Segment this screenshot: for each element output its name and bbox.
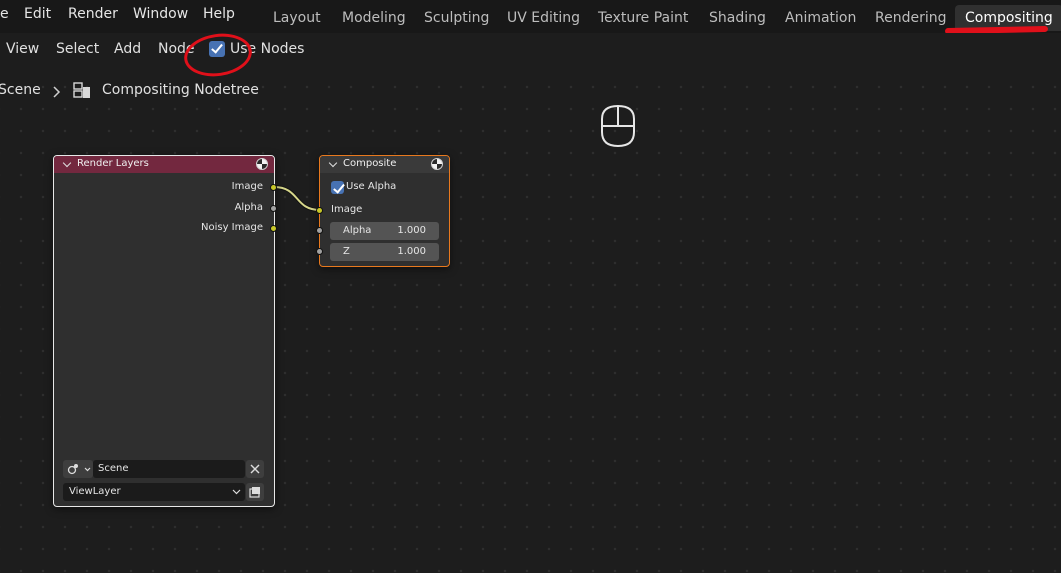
menu-add[interactable]: Add <box>114 41 141 57</box>
render-layers-title: Render Layers <box>77 158 149 169</box>
alpha-field-label: Alpha <box>343 225 372 236</box>
scene-browse-button[interactable] <box>63 460 93 478</box>
collapse-chevron-icon[interactable] <box>328 158 338 168</box>
output-alpha-socket[interactable] <box>270 205 277 212</box>
preview-sphere-icon[interactable] <box>256 158 268 170</box>
z-field-label: Z <box>343 246 350 257</box>
tab-sculpting[interactable]: Sculpting <box>414 5 499 31</box>
input-image-socket[interactable] <box>316 207 323 214</box>
tab-modeling[interactable]: Modeling <box>332 5 416 31</box>
z-field[interactable]: Z 1.000 <box>330 243 439 261</box>
menu-render[interactable]: Render <box>68 6 118 22</box>
node-tree-icon <box>73 82 90 98</box>
view-layer-dropdown[interactable]: ViewLayer <box>63 483 245 501</box>
tab-texture-paint[interactable]: Texture Paint <box>588 5 698 31</box>
composite-node[interactable]: Composite Use Alpha Image Alpha 1.000 Z … <box>319 155 450 267</box>
scene-icon <box>67 464 91 475</box>
chevron-down-icon <box>232 489 241 495</box>
composite-header[interactable]: Composite <box>320 156 449 173</box>
breadcrumb-chevron-icon <box>53 86 61 98</box>
menu-window[interactable]: Window <box>133 6 188 22</box>
breadcrumb-scene: Scene <box>0 82 41 98</box>
alpha-field[interactable]: Alpha 1.000 <box>330 222 439 240</box>
z-field-value: 1.000 <box>397 246 426 257</box>
scene-unlink-button[interactable] <box>246 460 264 478</box>
tab-animation[interactable]: Animation <box>775 5 866 31</box>
tab-rendering[interactable]: Rendering <box>865 5 957 31</box>
preview-sphere-icon[interactable] <box>431 158 443 170</box>
tab-shading[interactable]: Shading <box>699 5 776 31</box>
output-alpha-label: Alpha <box>234 202 263 213</box>
input-alpha-socket[interactable] <box>316 227 323 234</box>
node-editor-header: View Select Add Node Use Nodes <box>0 33 1061 67</box>
render-layers-node[interactable]: Render Layers Image Alpha Noisy Image Sc… <box>53 155 275 507</box>
menu-file-partial[interactable]: e <box>0 6 9 22</box>
breadcrumb-nodetree: Compositing Nodetree <box>102 82 259 98</box>
render-icon <box>249 487 260 498</box>
menu-select[interactable]: Select <box>56 41 99 57</box>
input-image-label: Image <box>331 204 363 215</box>
output-image-socket[interactable] <box>270 184 277 191</box>
output-noisy-image-socket[interactable] <box>270 225 277 232</box>
tab-layout[interactable]: Layout <box>263 5 331 31</box>
use-alpha-checkbox[interactable] <box>331 181 344 194</box>
tab-uv-editing[interactable]: UV Editing <box>497 5 590 31</box>
output-noisy-image-label: Noisy Image <box>200 222 263 233</box>
render-layers-header[interactable]: Render Layers <box>54 156 274 173</box>
top-bar: e Edit Render Window Help Layout Modelin… <box>0 0 1061 33</box>
composite-title: Composite <box>343 158 397 169</box>
close-icon <box>250 464 260 474</box>
mouse-icon <box>601 104 635 148</box>
scene-field-value: Scene <box>98 463 129 474</box>
input-z-socket[interactable] <box>316 248 323 255</box>
alpha-field-value: 1.000 <box>397 225 426 236</box>
menu-edit[interactable]: Edit <box>24 6 51 22</box>
collapse-chevron-icon[interactable] <box>62 158 72 168</box>
view-layer-value: ViewLayer <box>69 486 121 497</box>
menu-view[interactable]: View <box>6 41 39 57</box>
scene-field[interactable]: Scene <box>93 460 245 478</box>
use-alpha-label[interactable]: Use Alpha <box>346 181 396 192</box>
render-layer-button[interactable] <box>246 483 264 501</box>
menu-help[interactable]: Help <box>203 6 235 22</box>
output-image-label: Image <box>231 181 263 192</box>
